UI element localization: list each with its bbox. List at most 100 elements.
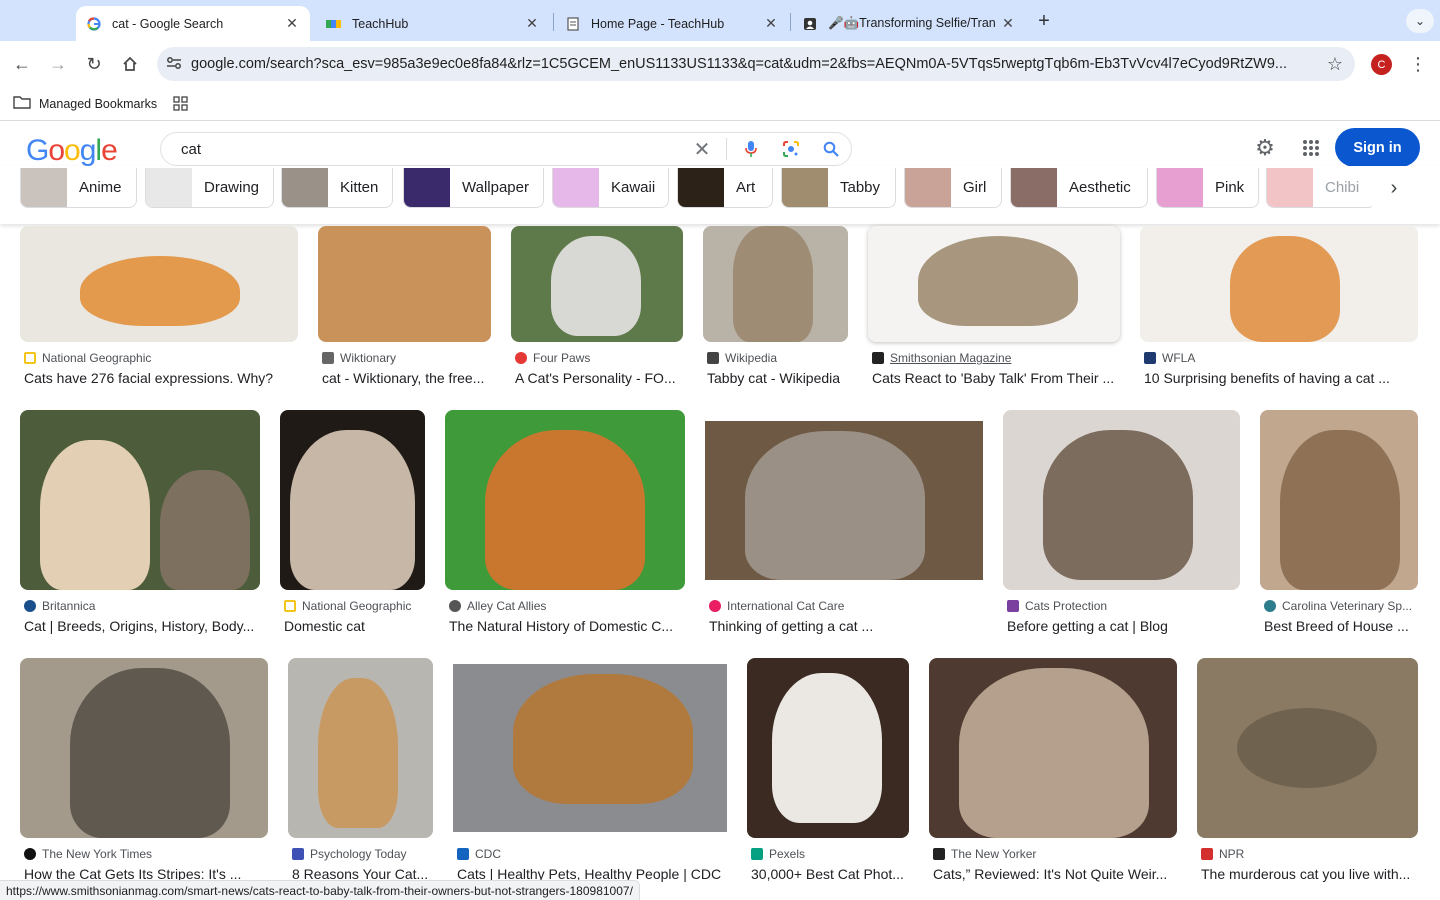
close-tab-icon[interactable]: ✕ bbox=[524, 15, 540, 32]
result-title[interactable]: cat - Wiktionary, the free... bbox=[322, 370, 490, 386]
chip-tabby[interactable]: Tabby bbox=[781, 168, 896, 208]
chip-chibi[interactable]: Chibi bbox=[1266, 168, 1376, 208]
result-source[interactable]: Psychology Today bbox=[292, 847, 407, 861]
result-title[interactable]: Thinking of getting a cat ... bbox=[709, 618, 983, 634]
chip-kitten[interactable]: Kitten bbox=[281, 168, 393, 208]
chip-anime[interactable]: Anime bbox=[20, 168, 137, 208]
result-title[interactable]: Before getting a cat | Blog bbox=[1007, 618, 1240, 634]
result-image[interactable] bbox=[445, 410, 685, 590]
result-image[interactable] bbox=[747, 658, 909, 838]
google-lens-icon[interactable] bbox=[771, 133, 811, 165]
close-tab-icon[interactable]: ✕ bbox=[763, 15, 779, 32]
chip-girl[interactable]: Girl bbox=[904, 168, 1002, 208]
result-title[interactable]: Tabby cat - Wikipedia bbox=[707, 370, 852, 386]
result-image[interactable] bbox=[1140, 226, 1418, 342]
search-input[interactable] bbox=[181, 140, 682, 158]
result-title[interactable]: 10 Surprising benefits of having a cat .… bbox=[1144, 370, 1418, 386]
chip-art[interactable]: Art bbox=[677, 168, 773, 208]
result-image[interactable] bbox=[318, 226, 491, 342]
result-title[interactable]: The murderous cat you live with... bbox=[1201, 866, 1418, 882]
result-image[interactable] bbox=[280, 410, 425, 590]
chip-aesthetic[interactable]: Aesthetic bbox=[1010, 168, 1148, 208]
site-favicon bbox=[1007, 600, 1019, 612]
address-bar[interactable]: google.com/search?sca_esv=985a3e9ec0e8fa… bbox=[157, 47, 1355, 81]
url-text[interactable]: google.com/search?sca_esv=985a3e9ec0e8fa… bbox=[191, 56, 1315, 72]
result-image[interactable] bbox=[453, 664, 727, 832]
result-source[interactable]: Smithsonian Magazine bbox=[872, 351, 1011, 365]
result-image-hovered[interactable] bbox=[868, 226, 1120, 342]
result-source[interactable]: The New Yorker bbox=[933, 847, 1036, 861]
result-title[interactable]: Domestic cat bbox=[284, 618, 429, 634]
result-image[interactable] bbox=[1260, 410, 1418, 590]
result-source[interactable]: Wiktionary bbox=[322, 351, 396, 365]
result-source[interactable]: Britannica bbox=[24, 599, 95, 613]
tab-search-button[interactable]: ⌄ bbox=[1406, 9, 1434, 33]
result-title[interactable]: Cats React to 'Baby Talk' From Their ... bbox=[872, 370, 1120, 386]
result-source[interactable]: International Cat Care bbox=[709, 599, 844, 613]
search-icon[interactable] bbox=[811, 133, 851, 165]
bookmark-star-icon[interactable]: ☆ bbox=[1315, 54, 1355, 75]
tab-transforming-selfie[interactable]: 🎤🤖Transforming Selfie/Tran ✕ bbox=[792, 6, 1026, 41]
result-source[interactable]: Alley Cat Allies bbox=[449, 599, 546, 613]
result-source[interactable]: Four Paws bbox=[515, 351, 590, 365]
managed-bookmarks-folder[interactable]: Managed Bookmarks bbox=[13, 95, 157, 112]
result-image[interactable] bbox=[1003, 410, 1240, 590]
result-source[interactable]: Wikipedia bbox=[707, 351, 777, 365]
new-tab-button[interactable]: + bbox=[1032, 9, 1056, 33]
reload-button[interactable]: ↻ bbox=[79, 49, 109, 79]
chip-pink[interactable]: Pink bbox=[1156, 168, 1259, 208]
result-title[interactable]: Cat | Breeds, Origins, History, Body... bbox=[24, 618, 260, 634]
result-source[interactable]: WFLA bbox=[1144, 351, 1195, 365]
chip-kawaii[interactable]: Kawaii bbox=[552, 168, 669, 208]
microphone-icon[interactable] bbox=[731, 133, 771, 165]
site-favicon bbox=[24, 600, 36, 612]
site-info-icon[interactable] bbox=[157, 56, 191, 73]
result-image[interactable] bbox=[20, 226, 298, 342]
result-title[interactable]: 30,000+ Best Cat Phot... bbox=[751, 866, 909, 882]
result-source[interactable]: The New York Times bbox=[24, 847, 152, 861]
chip-thumbnail bbox=[1267, 168, 1313, 207]
result-image[interactable] bbox=[705, 421, 983, 580]
result-title[interactable]: Best Breed of House ... bbox=[1264, 618, 1418, 634]
result-title[interactable]: Cats,” Reviewed: It's Not Quite Weir... bbox=[933, 866, 1177, 882]
chip-label: Anime bbox=[79, 179, 122, 196]
result-source[interactable]: National Geographic bbox=[24, 351, 151, 365]
result-image[interactable] bbox=[703, 226, 848, 342]
image-content bbox=[551, 236, 641, 336]
result-source[interactable]: Cats Protection bbox=[1007, 599, 1107, 613]
result-source[interactable]: National Geographic bbox=[284, 599, 411, 613]
result-image[interactable] bbox=[20, 658, 268, 838]
chip-wallpaper[interactable]: Wallpaper bbox=[403, 168, 544, 208]
clear-search-icon[interactable]: ✕ bbox=[682, 133, 722, 165]
chips-next-button[interactable]: › bbox=[1372, 168, 1416, 208]
result-title[interactable]: A Cat's Personality - FO... bbox=[515, 370, 683, 386]
home-button[interactable] bbox=[115, 49, 145, 79]
result-image[interactable] bbox=[511, 226, 683, 342]
chip-drawing[interactable]: Drawing bbox=[145, 168, 274, 208]
sign-in-button[interactable]: Sign in bbox=[1335, 128, 1420, 167]
result-source[interactable]: Carolina Veterinary Sp... bbox=[1264, 599, 1412, 613]
result-title[interactable]: Cats have 276 facial expressions. Why? bbox=[24, 370, 294, 386]
forward-button[interactable]: → bbox=[43, 49, 73, 79]
browser-menu-icon[interactable]: ⋮ bbox=[1408, 53, 1428, 75]
google-logo[interactable]: Google bbox=[26, 134, 118, 168]
back-button[interactable]: ← bbox=[7, 49, 37, 79]
close-tab-icon[interactable]: ✕ bbox=[1000, 15, 1016, 32]
tab-home-page-teachhub[interactable]: Home Page - TeachHub ✕ bbox=[555, 6, 789, 41]
google-apps-icon[interactable] bbox=[1297, 134, 1325, 162]
result-source[interactable]: CDC bbox=[457, 847, 501, 861]
tab-teachhub[interactable]: TeachHub ✕ bbox=[316, 6, 550, 41]
result-image[interactable] bbox=[1197, 658, 1418, 838]
result-title[interactable]: The Natural History of Domestic C... bbox=[449, 618, 685, 634]
result-source[interactable]: NPR bbox=[1201, 847, 1244, 861]
result-image[interactable] bbox=[288, 658, 433, 838]
arrow-right-icon: → bbox=[49, 53, 67, 74]
result-image[interactable] bbox=[20, 410, 260, 590]
close-tab-icon[interactable]: ✕ bbox=[284, 15, 300, 32]
result-image[interactable] bbox=[929, 658, 1177, 838]
apps-shortcut[interactable] bbox=[173, 96, 188, 111]
tab-google-search[interactable]: cat - Google Search ✕ bbox=[76, 6, 310, 41]
settings-gear-icon[interactable]: ⚙ bbox=[1251, 134, 1279, 162]
result-source[interactable]: Pexels bbox=[751, 847, 805, 861]
profile-avatar[interactable]: C bbox=[1371, 54, 1392, 75]
